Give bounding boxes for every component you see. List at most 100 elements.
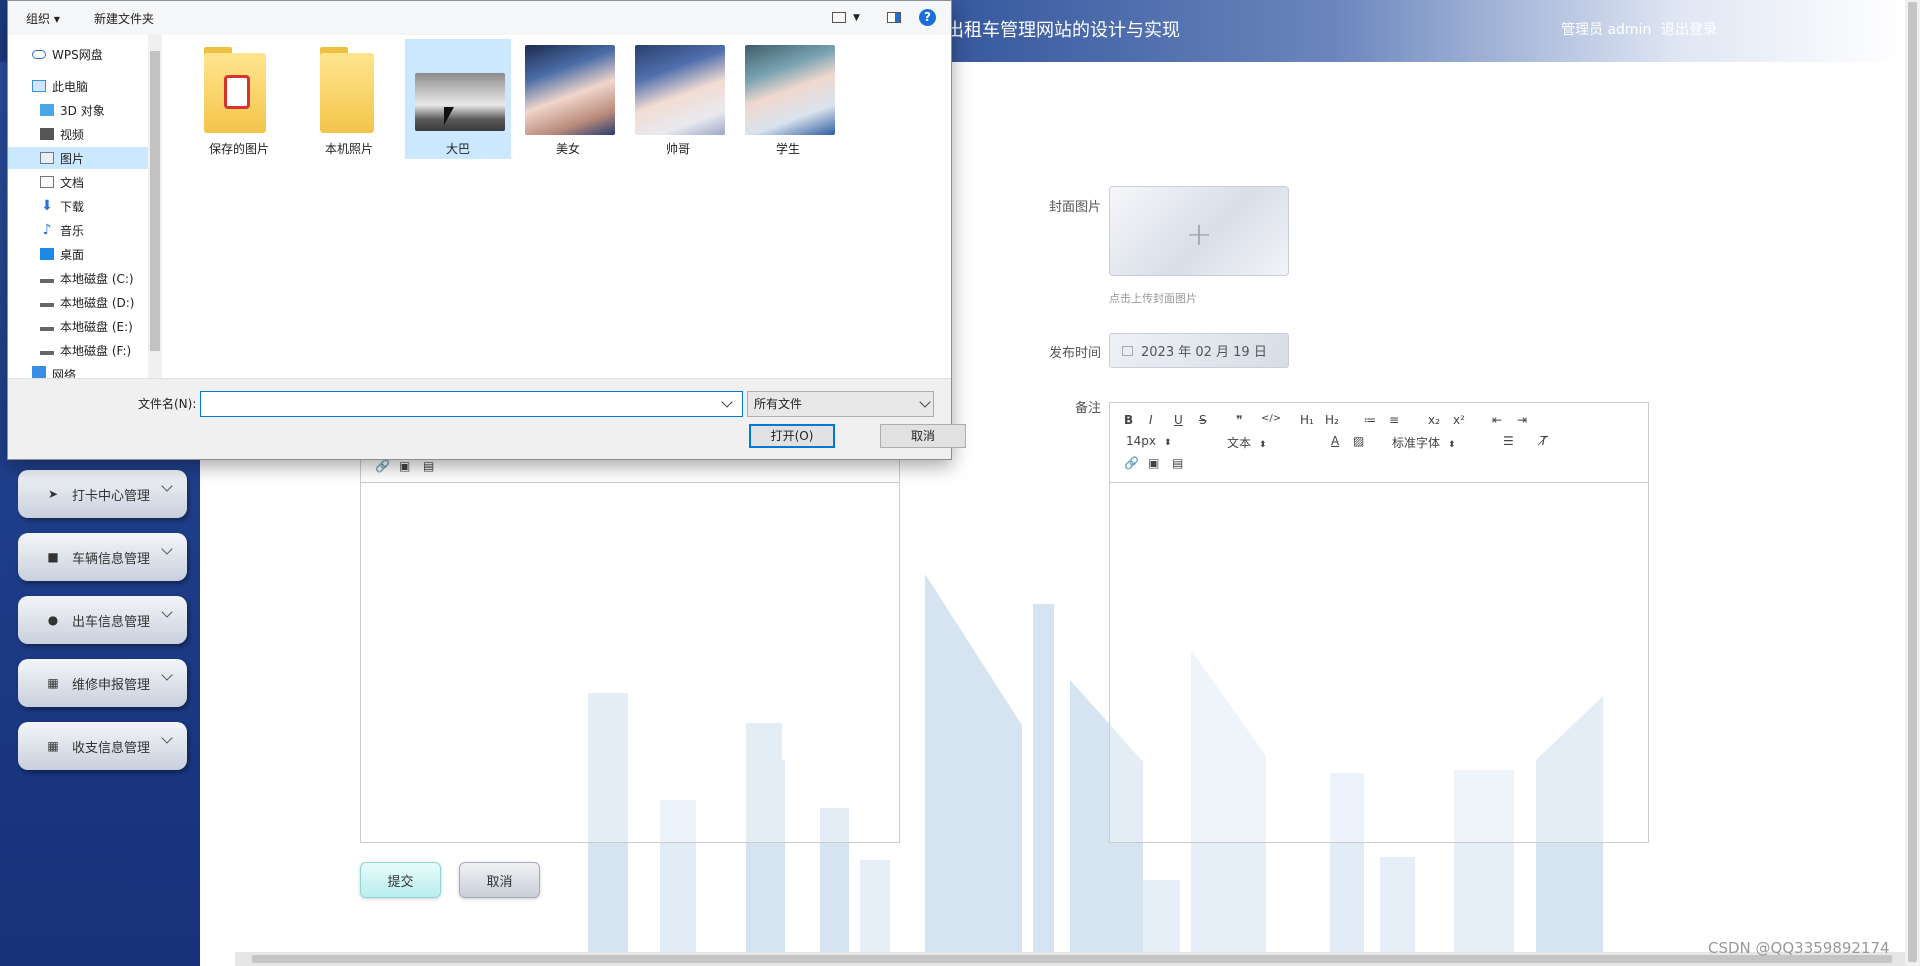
file-type-select[interactable]: 所有文件 xyxy=(747,391,934,417)
image-thumbnail xyxy=(745,45,835,135)
nav-item-drive-c[interactable]: 本地磁盘 (C:) xyxy=(8,267,148,289)
italic-button[interactable]: I xyxy=(1149,413,1153,427)
file-name: 美女 xyxy=(555,142,580,156)
vertical-scrollbar-thumb[interactable] xyxy=(1908,2,1917,962)
publish-date-value: 2023 年 02 月 19 日 xyxy=(1141,345,1267,360)
nav-item-drive-f[interactable]: 本地磁盘 (F:) xyxy=(8,339,148,361)
file-item-beauty[interactable]: 美女 xyxy=(515,39,621,159)
nav-item-label: 音乐 xyxy=(60,223,85,238)
font-color-icon[interactable]: A xyxy=(1331,434,1339,448)
folder-icon xyxy=(320,53,374,133)
app-title: 出租车管理网站的设计与实现 xyxy=(946,20,1180,41)
file-item-local-photos[interactable]: 本机照片 xyxy=(296,39,402,159)
font-size-select[interactable]: 14px xyxy=(1126,434,1172,448)
filename-input[interactable] xyxy=(200,391,743,417)
desktop-icon xyxy=(40,248,54,260)
sidebar-item-repair[interactable]: ▦ 维修申报管理 xyxy=(18,659,187,707)
nav-item-label: 3D 对象 xyxy=(60,103,105,118)
align-icon[interactable]: ☰ xyxy=(1503,434,1514,448)
cover-label: 封面图片 xyxy=(1048,200,1101,215)
view-dropdown-icon[interactable]: ▼ xyxy=(853,13,860,23)
ordered-list-button[interactable]: ≔ xyxy=(1364,413,1376,427)
document-icon xyxy=(40,176,54,188)
preview-pane-icon[interactable] xyxy=(887,12,901,23)
h2-button[interactable]: H₂ xyxy=(1325,413,1339,427)
view-options-icon[interactable] xyxy=(832,12,846,23)
font-family-select[interactable]: 标准字体 xyxy=(1392,434,1456,451)
content-editor[interactable]: 🔗 ▣ ▤ xyxy=(360,402,900,843)
chevron-down-icon xyxy=(161,480,173,492)
sidebar-item-label: 出车信息管理 xyxy=(72,614,151,630)
sidebar-item-dispatch[interactable]: ● 出车信息管理 xyxy=(18,596,187,644)
sidebar-item-finance[interactable]: ▦ 收支信息管理 xyxy=(18,722,187,770)
organize-button[interactable]: 组织 ▾ xyxy=(26,10,60,27)
clear-format-icon[interactable]: T̸ xyxy=(1540,434,1547,448)
remark-editor[interactable]: B I U S ❞ </> H₁ H₂ ≔ ≡ x₂ x² ⇤ ⇥ 14px 文… xyxy=(1109,402,1649,843)
nav-item-drive-e[interactable]: 本地磁盘 (E:) xyxy=(8,315,148,337)
image-thumbnail xyxy=(415,73,505,131)
new-folder-button[interactable]: 新建文件夹 xyxy=(94,10,154,27)
nav-scrollbar-thumb[interactable] xyxy=(150,51,160,351)
code-button[interactable]: </> xyxy=(1261,413,1281,424)
quote-button[interactable]: ❞ xyxy=(1236,413,1242,427)
sidebar-item-checkin[interactable]: ➤ 打卡中心管理 xyxy=(18,470,187,518)
nav-item-this-pc[interactable]: 此电脑 xyxy=(8,75,148,97)
publish-date-input[interactable]: 2023 年 02 月 19 日 xyxy=(1109,333,1289,368)
nav-item-documents[interactable]: 文档 xyxy=(8,171,148,193)
nav-item-network[interactable]: 网络 xyxy=(8,366,148,378)
calendar-icon xyxy=(1122,345,1133,356)
cancel-button[interactable]: 取消 xyxy=(459,862,540,898)
logout-link[interactable]: 退出登录 xyxy=(1661,19,1717,39)
indent-button[interactable]: ⇥ xyxy=(1517,413,1527,427)
nav-item-3d-objects[interactable]: 3D 对象 xyxy=(8,99,148,121)
nav-item-label: 本地磁盘 (C:) xyxy=(60,271,134,286)
h1-button[interactable]: H₁ xyxy=(1300,413,1314,427)
nav-item-label: 网络 xyxy=(52,368,77,378)
file-name: 本机照片 xyxy=(324,142,373,156)
nav-item-drive-d[interactable]: 本地磁盘 (D:) xyxy=(8,291,148,313)
file-item-bus[interactable]: 大巴 xyxy=(405,39,511,159)
submit-button[interactable]: 提交 xyxy=(360,862,441,898)
sidebar-item-label: 维修申报管理 xyxy=(72,677,151,693)
link-icon[interactable]: 🔗 xyxy=(1124,456,1139,470)
drive-icon xyxy=(40,297,54,307)
dialog-cancel-button[interactable]: 取消 xyxy=(880,424,966,448)
horizontal-scrollbar-thumb[interactable] xyxy=(252,955,1892,963)
superscript-button[interactable]: x² xyxy=(1453,413,1465,427)
link-icon[interactable]: 🔗 xyxy=(375,459,390,473)
help-icon[interactable]: ? xyxy=(919,9,936,26)
nav-item-pictures[interactable]: 图片 xyxy=(8,147,148,169)
cover-upload[interactable]: + xyxy=(1109,186,1289,276)
open-button[interactable]: 打开(O) xyxy=(749,424,835,448)
cube-icon xyxy=(40,104,54,116)
strike-button[interactable]: S xyxy=(1199,413,1207,427)
nav-item-label: 本地磁盘 (F:) xyxy=(60,343,132,358)
nav-item-desktop[interactable]: 桌面 xyxy=(8,243,148,265)
sidebar-item-label: 打卡中心管理 xyxy=(72,488,151,504)
download-icon: ⬇ xyxy=(41,198,53,214)
nav-item-wps-cloud[interactable]: WPS网盘 xyxy=(8,43,148,65)
file-item-saved-pictures[interactable]: 保存的图片 xyxy=(186,39,292,159)
file-item-handsome[interactable]: 帅哥 xyxy=(625,39,731,159)
nav-item-videos[interactable]: 视频 xyxy=(8,123,148,145)
image-icon[interactable]: ▣ xyxy=(399,459,410,473)
outdent-button[interactable]: ⇤ xyxy=(1492,413,1502,427)
image-icon[interactable]: ▣ xyxy=(1148,456,1159,470)
nav-item-music[interactable]: ♪ 音乐 xyxy=(8,219,148,241)
video-icon[interactable]: ▤ xyxy=(423,459,434,473)
header-select[interactable]: 文本 xyxy=(1227,434,1297,451)
editor-toolbar xyxy=(1110,403,1648,483)
nav-item-downloads[interactable]: ⬇ 下载 xyxy=(8,195,148,217)
video-icon[interactable]: ▤ xyxy=(1172,456,1183,470)
subscript-button[interactable]: x₂ xyxy=(1428,413,1440,427)
sidebar-item-vehicle[interactable]: ■ 车辆信息管理 xyxy=(18,533,187,581)
sidebar-item-label: 收支信息管理 xyxy=(72,740,151,756)
car-icon: ■ xyxy=(47,550,59,564)
background-color-icon[interactable]: ▨ xyxy=(1353,434,1364,448)
cloud-icon xyxy=(32,49,46,59)
bullet-list-button[interactable]: ≡ xyxy=(1389,413,1399,427)
underline-button[interactable]: U xyxy=(1174,413,1183,427)
file-item-student[interactable]: 学生 xyxy=(735,39,841,159)
bold-button[interactable]: B xyxy=(1124,413,1133,427)
watermark: CSDN @QQ3359892174 xyxy=(1708,939,1890,957)
